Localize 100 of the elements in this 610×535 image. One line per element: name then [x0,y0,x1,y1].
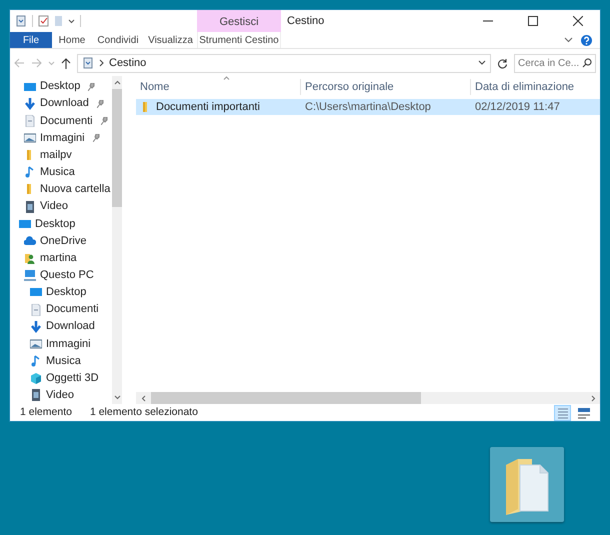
horizontal-scrollbar[interactable] [136,392,600,404]
nav-item[interactable]: Documenti [10,301,99,318]
user-icon [24,252,36,264]
cloud-icon [24,234,36,247]
nav-item[interactable]: Desktop [10,215,76,232]
breadcrumb-item[interactable]: Cestino [109,54,146,72]
nav-item[interactable]: Download [10,95,107,112]
nav-item-label: Musica [46,354,81,369]
nav-item-label: Download [40,96,89,112]
column-header[interactable]: Nome [136,79,301,95]
nav-item[interactable]: Immagini [10,335,91,352]
search-icon [582,58,592,68]
ribbon-tab[interactable]: Home [52,32,92,48]
window-title: Cestino [286,14,324,29]
chevron-right-icon [99,59,104,67]
monitor-icon [19,218,31,230]
nav-item-label: Video [40,199,68,214]
nav-item[interactable]: Questo PC [10,266,94,284]
up-arrow-icon[interactable] [61,58,71,68]
nav-item[interactable]: Oggetti 3D [10,370,99,387]
file-menu-tab[interactable]: File [10,32,52,48]
large-icons-view-icon [576,406,590,420]
nav-item[interactable]: Immagini [10,129,103,146]
nav-item[interactable]: mailpv [10,146,72,164]
nav-item-label: Documenti [46,302,99,318]
document-icon [24,114,36,127]
nav-item-label: martina [40,250,77,266]
cube-icon [30,372,42,384]
nav-item-label: Nuova cartella [40,182,110,198]
properties-icon[interactable] [38,15,49,27]
table-cell-text: 02/12/2019 11:47 [474,100,560,115]
nav-item-label: Oggetti 3D [46,370,99,386]
nav-item[interactable]: Desktop [10,284,86,301]
refresh-icon[interactable] [497,58,508,68]
address-bar[interactable]: Cestino [77,54,491,72]
nav-item-label: Video [46,388,74,404]
nav-item-label: Desktop [40,79,80,94]
nav-item[interactable]: Musica [10,352,81,370]
nav-item-label: Questo PC [40,268,94,283]
down-arrow-icon [30,320,42,333]
nav-item[interactable]: Video [10,386,74,404]
document-icon [30,304,42,316]
music-note-icon [30,355,42,367]
close-icon [572,16,582,26]
file-row[interactable]: Documenti importanti C:\Users\martina\Desktop 02/12/2019 11:47 [136,99,600,115]
status-text: 1 elemento selezionato [90,404,198,420]
details-view-icon [556,406,570,420]
nav-item-label: Desktop [46,285,86,300]
column-header[interactable]: Data di eliminazione [471,79,591,95]
nav-item[interactable]: martina [10,250,77,267]
nav-item-label: Documenti [40,114,93,129]
caret-icon[interactable] [68,18,75,24]
nav-item[interactable]: Nuova cartella [10,180,110,198]
nav-item[interactable]: Musica [10,164,75,181]
monitor-icon [30,286,42,298]
music-note-icon [24,166,36,178]
scrollbar-thumb[interactable] [151,392,421,404]
down-arrow-icon [24,98,36,110]
nav-item-label: mailpv [40,148,72,163]
view-toggle[interactable] [554,404,571,420]
table-cell-text: C:\Users\martina\Desktop [304,100,432,115]
nav-item-label: Immagini [46,336,91,352]
recycle-bin-icon[interactable] [15,15,27,27]
sort-caret-icon [223,76,230,80]
scrollbar-thumb[interactable] [112,89,122,207]
ribbon-tab[interactable]: Strumenti Cestino [197,32,281,48]
nav-item[interactable]: Video [10,198,68,216]
recycle-bin-icon [82,57,94,69]
film-icon [24,200,36,213]
help-icon[interactable] [581,34,592,46]
table-cell-text: Documenti importanti [156,100,260,115]
context-tab-group: Gestisci [197,10,281,32]
right-caret-icon[interactable] [591,394,596,402]
left-caret-icon[interactable] [141,394,146,402]
nav-item[interactable]: Documenti [10,112,111,130]
nav-item-label: Immagini [40,130,85,146]
picture-icon [24,132,36,144]
film-icon [30,389,42,402]
ribbon-tab[interactable]: Condividi [92,32,144,48]
minimize-icon [482,20,492,22]
ribbon-tab[interactable]: Visualizza [144,32,197,48]
expand-ribbon-icon[interactable] [564,37,573,43]
nav-item[interactable]: Desktop [10,78,98,95]
column-header[interactable]: Percorso originale [301,79,471,95]
nav-item-label: Desktop [35,216,76,232]
maximize-icon [528,16,538,26]
picture-icon [30,338,42,350]
status-text: 1 elemento [20,404,72,420]
monitor-icon [24,80,36,92]
up-caret-icon[interactable] [114,80,120,85]
nav-item[interactable]: Download [10,318,95,336]
dropdown-caret-icon[interactable] [478,60,486,66]
computer-icon [24,269,36,282]
nav-item-label: Musica [40,165,75,180]
desktop-icon-tile[interactable] [490,447,564,522]
nav-item[interactable]: OneDrive [10,232,86,250]
nav-item-label: Download [46,319,95,334]
search-field[interactable]: Cerca in Ce... [514,54,596,72]
down-caret-icon[interactable] [114,395,120,400]
vertical-scrollbar[interactable] [112,76,122,404]
